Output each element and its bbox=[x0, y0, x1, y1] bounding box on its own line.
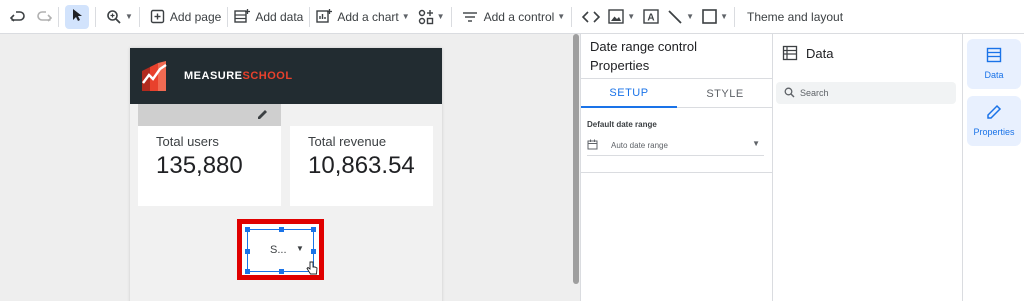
pointer-hand-icon bbox=[306, 261, 318, 278]
properties-tabs: SETUP STYLE bbox=[581, 78, 773, 108]
rail-properties-button[interactable]: Properties bbox=[967, 96, 1021, 146]
text-box-button[interactable]: A bbox=[643, 3, 659, 31]
tab-setup[interactable]: SETUP bbox=[581, 79, 677, 108]
default-date-range-select[interactable]: Auto date range ▼ bbox=[587, 134, 764, 156]
report-canvas[interactable]: MEASURESCHOOL Total users 135,880 Total … bbox=[0, 34, 580, 301]
toolbar-divider bbox=[309, 6, 311, 27]
chevron-down-icon: ▼ bbox=[720, 12, 728, 21]
chevron-down-icon: ▼ bbox=[686, 12, 695, 21]
toolbar-divider bbox=[58, 6, 59, 27]
add-data-label: Add data bbox=[255, 9, 304, 24]
canvas-scrollbar[interactable] bbox=[573, 34, 579, 284]
theme-layout-button[interactable]: Theme and layout bbox=[747, 3, 843, 31]
toolbar-divider bbox=[571, 6, 573, 27]
toolbar-divider bbox=[733, 6, 735, 27]
right-rail: Data Properties bbox=[962, 34, 1024, 301]
chevron-down-icon: ▼ bbox=[627, 12, 636, 21]
filter-controls-icon bbox=[462, 10, 478, 24]
zoom-button[interactable]: ▼ bbox=[106, 3, 133, 31]
add-chart-button[interactable]: Add a chart ▼ bbox=[316, 3, 410, 31]
chevron-down-icon: ▼ bbox=[752, 139, 760, 148]
data-table-icon bbox=[782, 45, 798, 64]
add-chart-icon bbox=[316, 9, 333, 24]
add-control-button[interactable]: Add a control ▼ bbox=[462, 3, 566, 31]
text-box-icon: A bbox=[643, 9, 659, 24]
pencil-icon bbox=[986, 104, 1002, 123]
redo-button[interactable] bbox=[36, 3, 52, 31]
toolbar-divider bbox=[138, 6, 140, 27]
theme-layout-label: Theme and layout bbox=[746, 9, 844, 24]
shape-button[interactable]: ▼ bbox=[702, 3, 728, 31]
kpi-label: Total users bbox=[156, 134, 219, 149]
date-range-control[interactable]: S... ▼ bbox=[245, 227, 316, 274]
resize-handle[interactable] bbox=[245, 269, 250, 274]
kpi-value: 10,863.54 bbox=[308, 152, 415, 179]
date-range-control-label: S... bbox=[270, 244, 287, 256]
chevron-down-icon: ▼ bbox=[401, 12, 410, 21]
community-viz-button[interactable]: ▼ bbox=[418, 3, 445, 31]
add-data-button[interactable]: Add data bbox=[234, 3, 303, 31]
toolbar-divider bbox=[450, 6, 452, 27]
line-icon bbox=[667, 9, 683, 25]
add-page-label: Add page bbox=[169, 9, 222, 24]
report-header: MEASURESCHOOL bbox=[130, 48, 442, 104]
chevron-down-icon: ▼ bbox=[296, 244, 304, 253]
toolbar-divider bbox=[227, 6, 229, 27]
resize-handle[interactable] bbox=[245, 227, 250, 232]
date-range-value: Auto date range bbox=[611, 141, 668, 150]
rail-properties-label: Properties bbox=[973, 127, 1015, 137]
resize-handle[interactable] bbox=[311, 249, 316, 254]
kpi-label: Total revenue bbox=[308, 134, 387, 149]
resize-handle[interactable] bbox=[279, 227, 284, 232]
add-chart-label: Add a chart bbox=[337, 9, 399, 24]
data-search-input[interactable]: Search bbox=[776, 82, 956, 104]
edit-toolbar-strip[interactable] bbox=[138, 104, 281, 126]
cursor-icon bbox=[71, 8, 83, 25]
undo-icon bbox=[10, 9, 26, 25]
resize-handle[interactable] bbox=[311, 227, 316, 232]
chevron-down-icon: ▼ bbox=[125, 12, 133, 21]
search-placeholder: Search bbox=[800, 88, 829, 98]
rectangle-icon bbox=[702, 9, 717, 24]
resize-handle[interactable] bbox=[245, 249, 250, 254]
measureschool-logo-icon bbox=[142, 61, 167, 91]
rail-data-button[interactable]: Data bbox=[967, 39, 1021, 89]
toolbar-divider bbox=[95, 6, 96, 27]
community-visualization-icon bbox=[418, 9, 434, 25]
image-button[interactable]: ▼ bbox=[608, 3, 635, 31]
embed-code-button[interactable] bbox=[582, 3, 601, 31]
tab-style[interactable]: STYLE bbox=[677, 79, 773, 108]
pencil-icon[interactable] bbox=[256, 108, 269, 124]
search-icon bbox=[784, 87, 795, 101]
add-control-label: Add a control bbox=[483, 9, 555, 24]
properties-panel: Date range control Properties SETUP STYL… bbox=[580, 34, 773, 301]
calendar-icon bbox=[587, 139, 598, 153]
panel-title: Date range control Properties bbox=[590, 39, 697, 73]
chevron-down-icon: ▼ bbox=[436, 12, 445, 21]
undo-button[interactable] bbox=[10, 3, 26, 31]
image-icon bbox=[608, 9, 624, 24]
zoom-icon bbox=[106, 9, 122, 25]
chevron-down-icon: ▼ bbox=[557, 12, 566, 21]
line-button[interactable]: ▼ bbox=[667, 3, 694, 31]
section-divider bbox=[581, 172, 773, 173]
rail-data-label: Data bbox=[984, 70, 1004, 80]
add-page-icon bbox=[150, 9, 165, 24]
resize-handle[interactable] bbox=[279, 269, 284, 274]
kpi-scorecard-users[interactable]: Total users 135,880 bbox=[138, 126, 281, 206]
toolbar: ▼ Add page Add data Add a chart ▼ ▼ Add … bbox=[0, 0, 1024, 34]
select-tool[interactable] bbox=[65, 3, 89, 31]
code-icon bbox=[582, 10, 601, 24]
kpi-value: 135,880 bbox=[156, 152, 243, 179]
add-page-button[interactable]: Add page bbox=[150, 3, 221, 31]
logo-wordmark: MEASURESCHOOL bbox=[184, 70, 293, 82]
redo-icon bbox=[36, 9, 52, 25]
add-data-icon bbox=[234, 9, 251, 24]
data-panel: Data Search bbox=[774, 34, 962, 301]
kpi-scorecard-revenue[interactable]: Total revenue 10,863.54 bbox=[290, 126, 433, 206]
svg-text:A: A bbox=[648, 13, 655, 24]
default-date-range-label: Default date range bbox=[587, 120, 657, 129]
data-table-icon bbox=[986, 47, 1002, 66]
data-panel-title: Data bbox=[806, 46, 834, 61]
